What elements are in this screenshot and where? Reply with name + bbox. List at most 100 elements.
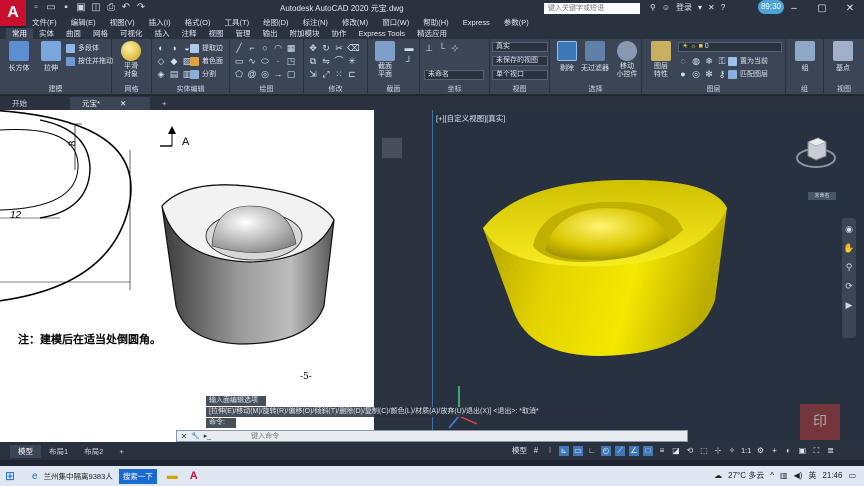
undo-icon[interactable]: ↶ xyxy=(120,2,132,14)
minimize-icon[interactable]: – xyxy=(780,0,808,17)
tab-manage[interactable]: 管理 xyxy=(230,28,257,39)
layer-combo[interactable]: ☀ ☼ ■ 0 xyxy=(678,42,782,52)
interfere-icon[interactable]: ◈ xyxy=(156,69,166,79)
new-icon[interactable]: ▫ xyxy=(30,2,42,14)
visual-style-combo[interactable]: 真实 xyxy=(492,42,548,52)
extrude-button[interactable]: 拉伸 xyxy=(34,41,68,73)
layer-unisolate-icon[interactable]: ◎ xyxy=(691,69,701,79)
3d-osnap-icon[interactable]: ⬚ xyxy=(699,446,709,456)
layer-lock-icon[interactable]: ⚿ xyxy=(717,56,727,66)
saveas-icon[interactable]: ▣ xyxy=(75,2,87,14)
menu-window[interactable]: 窗口(W) xyxy=(382,17,409,28)
set-current-button[interactable]: 置为当前 xyxy=(728,56,768,66)
ray-icon[interactable]: → xyxy=(273,69,283,79)
tab-home[interactable]: 常用 xyxy=(6,28,33,39)
menu-file[interactable]: 文件(F) xyxy=(32,17,57,28)
tray-chevron-icon[interactable]: ^ xyxy=(770,471,774,480)
snap-icon[interactable]: ⁝ xyxy=(545,446,555,456)
new-tab-button[interactable]: + xyxy=(150,97,178,110)
selection-cycle-icon[interactable]: ⟲ xyxy=(685,446,695,456)
line-icon[interactable]: ╱ xyxy=(234,43,244,53)
close-command-line-icon[interactable]: ✕ xyxy=(177,432,191,441)
boundary-icon[interactable]: ▢ xyxy=(286,69,296,79)
close-tab-icon[interactable]: ✕ xyxy=(120,99,126,108)
thicken-icon[interactable]: ◆ xyxy=(169,56,179,66)
command-settings-icon[interactable]: 🔧 xyxy=(191,432,200,440)
presspull-button[interactable]: 按住并拖动 xyxy=(66,56,113,66)
help-icon[interactable]: ? xyxy=(721,3,725,12)
layout-tab-layout1[interactable]: 布局1 xyxy=(41,445,76,458)
point-icon[interactable]: · xyxy=(273,56,283,66)
maximize-icon[interactable]: ▢ xyxy=(808,0,836,17)
menu-format[interactable]: 格式(O) xyxy=(185,17,211,28)
open-icon[interactable]: ▭ xyxy=(45,2,57,14)
panel-title-modify[interactable]: 修改 xyxy=(304,84,367,94)
arc-icon[interactable]: ◠ xyxy=(273,43,283,53)
move-gizmo-button[interactable]: 移动 小控件 xyxy=(610,41,644,79)
menu-modify[interactable]: 修改(M) xyxy=(342,17,368,28)
mirror-icon[interactable]: ⇋ xyxy=(321,56,331,66)
file-explorer-icon[interactable]: ▬ xyxy=(167,470,178,482)
redo-icon[interactable]: ↷ xyxy=(135,2,147,14)
layer-off-icon[interactable]: ◌ xyxy=(678,56,688,66)
union-icon[interactable]: ◐ xyxy=(156,43,166,53)
menu-edit[interactable]: 编辑(E) xyxy=(71,17,96,28)
panel-title-mesh[interactable]: 网格 xyxy=(112,84,151,94)
command-input[interactable]: 键入命令 xyxy=(251,431,279,441)
extract-edges-button[interactable]: 提取边 xyxy=(190,43,223,53)
annotation-icon[interactable]: ✧ xyxy=(727,446,737,456)
ortho-icon[interactable]: ∟ xyxy=(587,446,597,456)
region-icon[interactable]: ◳ xyxy=(286,56,296,66)
osnap-track-icon[interactable]: ∠ xyxy=(629,445,639,456)
wcs-menu[interactable]: 未命名 xyxy=(808,192,836,200)
offset-icon[interactable]: ⊏ xyxy=(347,69,357,79)
tab-solid[interactable]: 实体 xyxy=(33,28,60,39)
tab-collaborate[interactable]: 协作 xyxy=(326,28,353,39)
search-input[interactable]: 键入关键字或短语 xyxy=(544,3,640,14)
infer-icon[interactable]: ⊾ xyxy=(559,445,569,456)
tab-mesh[interactable]: 网格 xyxy=(87,28,114,39)
rotate-icon[interactable]: ↻ xyxy=(321,43,331,53)
layout-tab-model[interactable]: 模型 xyxy=(10,444,41,458)
annotation-scale[interactable]: 1:1 xyxy=(741,446,751,455)
isodraft-icon[interactable]: ⟋ xyxy=(615,445,625,456)
section-plane-button[interactable]: 截面 平面 xyxy=(368,41,402,79)
helix-icon[interactable]: @ xyxy=(247,69,257,79)
layer-unlock-icon[interactable]: ⚷ xyxy=(717,69,727,79)
save-icon[interactable]: ▪ xyxy=(60,2,72,14)
user-icon[interactable]: ☺ xyxy=(662,3,670,12)
orbit-icon[interactable]: ⟳ xyxy=(845,281,853,292)
copy-icon[interactable]: ⧉ xyxy=(308,56,318,66)
panel-title-selection[interactable]: 选择 xyxy=(550,84,641,94)
tab-surface[interactable]: 曲面 xyxy=(60,28,87,39)
ucs-origin-icon[interactable]: ⊹ xyxy=(450,43,460,53)
tab-visualize[interactable]: 可视化 xyxy=(114,28,149,39)
notification-icon[interactable]: ▭ xyxy=(848,471,856,480)
showmotion-icon[interactable]: ▶ xyxy=(846,300,853,311)
network-icon[interactable]: ▥ xyxy=(780,471,788,480)
erase-icon[interactable]: ⌫ xyxy=(347,43,360,53)
rectangle-icon[interactable]: ▭ xyxy=(234,56,244,66)
base-point-button[interactable]: 基点 xyxy=(826,41,860,73)
explode-icon[interactable]: ✳ xyxy=(347,56,357,66)
transparency-icon[interactable]: ◪ xyxy=(671,446,681,456)
menu-view[interactable]: 视图(V) xyxy=(110,17,135,28)
menu-dimension[interactable]: 标注(N) xyxy=(303,17,328,28)
layout-tab-layout2[interactable]: 布局2 xyxy=(76,445,111,458)
tab-express-tools[interactable]: Express Tools xyxy=(353,28,412,39)
taskbar-news-item[interactable]: 兰州集中隔离9383人 xyxy=(44,471,113,482)
polysolid-button[interactable]: 多段体 xyxy=(66,43,99,53)
separate-button[interactable]: 分割 xyxy=(190,69,216,79)
add-layout-button[interactable]: + xyxy=(111,445,131,458)
pan-icon[interactable]: ✋ xyxy=(843,243,854,254)
taskbar-clock[interactable]: 21:46 xyxy=(822,471,842,480)
circle-icon[interactable]: ○ xyxy=(260,43,270,53)
ucs-icon[interactable]: └ xyxy=(437,43,447,53)
panel-title-section[interactable]: 截面 xyxy=(368,84,419,94)
cart-icon[interactable]: ▾ xyxy=(698,3,702,12)
panel-title-view[interactable]: 视图 xyxy=(490,84,549,94)
polyline-icon[interactable]: ⌐ xyxy=(247,43,257,53)
box-button[interactable]: 长方体 xyxy=(2,41,36,73)
viewcube-icon[interactable] xyxy=(796,132,836,172)
scale-icon[interactable]: ⤢ xyxy=(321,69,331,79)
